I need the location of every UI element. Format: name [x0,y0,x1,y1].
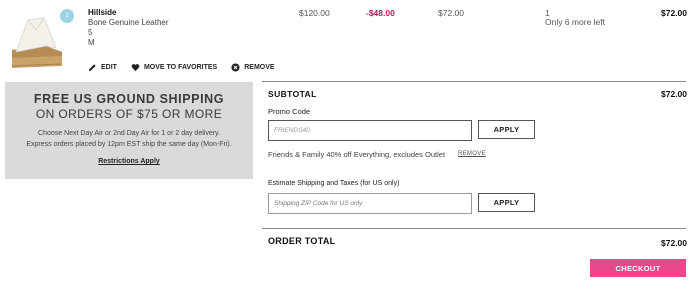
remove-promo-link[interactable]: REMOVE [458,151,486,157]
order-total-label: ORDER TOTAL [268,236,336,246]
divider [262,81,686,82]
estimate-shipping-label: Estimate Shipping and Taxes (for US only… [268,180,399,187]
shipping-info-2: Express orders placed by 12pm EST ship t… [26,141,232,148]
sale-price: $72.00 [438,8,464,18]
item-actions: EDIT MOVE TO FAVORITES REMOVE [88,63,275,72]
wedge-sandal-image [11,17,63,68]
subtotal-value: $72.00 [661,89,687,99]
subtotal-label: SUBTOTAL [268,89,317,99]
pencil-icon [88,64,96,72]
line-total: $72.00 [661,8,687,18]
close-circle-icon [231,63,240,72]
checkout-button[interactable]: CHECKOUT [590,259,686,277]
shipping-threshold: ON ORDERS OF $75 OR MORE [35,107,223,121]
edit-button[interactable]: EDIT [88,63,117,72]
product-image[interactable] [6,6,68,76]
product-width: M [88,38,95,47]
edit-label: EDIT [101,64,117,71]
estimate-title: Estimate Shipping and Taxes [268,180,359,187]
shipping-headline: FREE US GROUND SHIPPING [33,92,225,106]
order-total-value: $72.00 [661,238,687,248]
restrictions-link[interactable]: Restrictions Apply [98,158,160,165]
quantity-badge: 1 [60,9,74,23]
shipping-info-1: Choose Next Day Air or 2nd Day Air for 1… [38,130,220,137]
heart-icon [131,64,140,72]
promo-code-input[interactable] [268,120,472,141]
apply-promo-button[interactable]: APPLY [478,120,535,139]
original-price: $120.00 [299,8,330,18]
promo-code-label: Promo Code [268,107,311,116]
move-to-favorites-button[interactable]: MOVE TO FAVORITES [131,63,217,72]
product-size: 5 [88,28,93,37]
favorites-label: MOVE TO FAVORITES [143,64,218,71]
remove-label: REMOVE [244,64,275,71]
estimate-note: (for US only) [360,180,400,187]
product-name[interactable]: Hillside [88,8,116,17]
divider [262,228,686,229]
remove-button[interactable]: REMOVE [231,63,275,72]
stock-note: Only 6 more left [545,17,605,27]
shipping-promo-banner: FREE US GROUND SHIPPING ON ORDERS OF $75… [5,82,253,179]
applied-promo-text: Friends & Family 40% off Everything, exc… [268,150,446,159]
discount-amount: -$48.00 [366,8,395,18]
apply-zip-button[interactable]: APPLY [478,193,535,212]
zip-code-input[interactable] [268,193,472,214]
product-material: Bone Genuine Leather [88,18,169,27]
